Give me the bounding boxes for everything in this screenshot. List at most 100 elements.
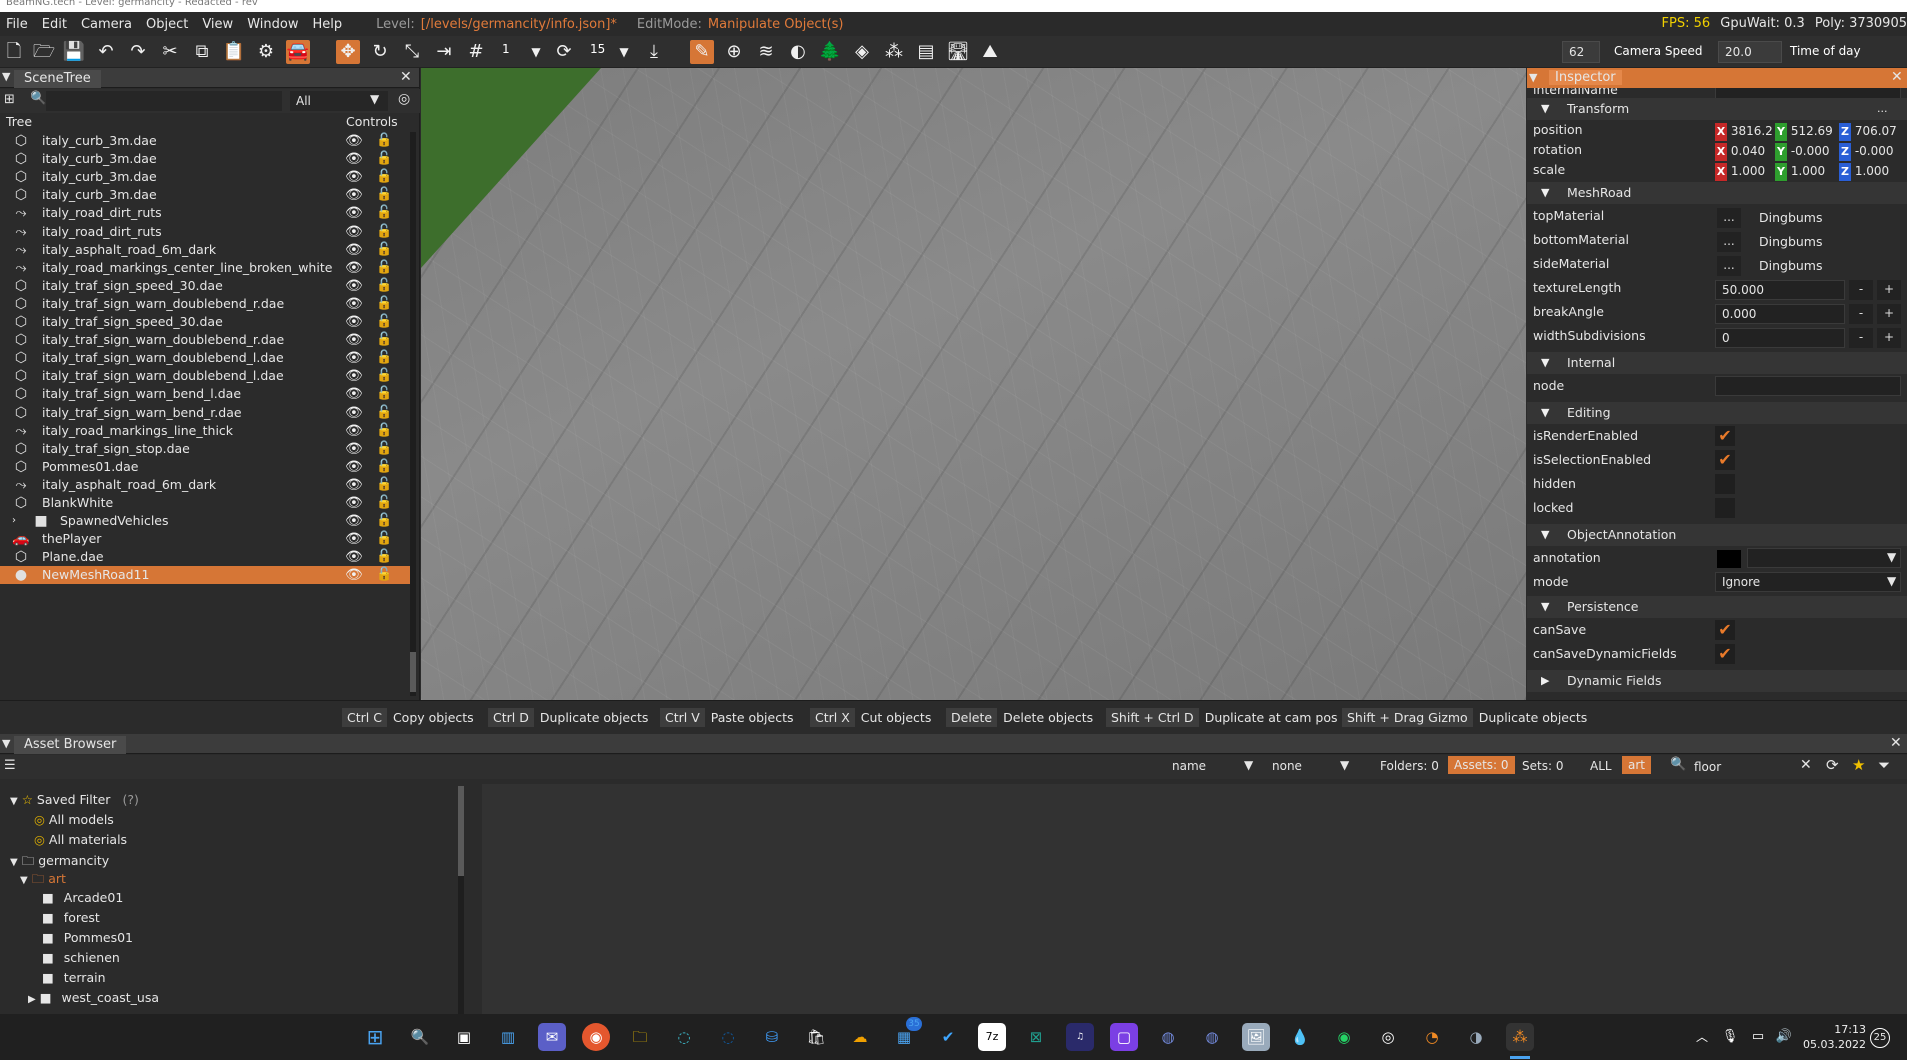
scene-tree-search-input[interactable] [46, 91, 282, 111]
eye-icon[interactable]: 👁 [345, 548, 363, 566]
excel-icon[interactable]: ⊠ [1022, 1023, 1050, 1051]
asset-content-area[interactable] [482, 784, 1907, 1014]
scale-y-field[interactable]: Y 1.000 [1775, 162, 1825, 181]
lock-icon[interactable]: 🔓 [376, 566, 392, 584]
position-z-field[interactable]: Z 706.07 [1839, 122, 1897, 141]
mode-select[interactable]: Ignore [1715, 572, 1901, 592]
position-x-field[interactable]: X 3816.2 [1715, 122, 1773, 141]
clock-time[interactable]: 17:13 [1796, 1023, 1866, 1036]
collapse-icon[interactable]: ▼ [2, 70, 10, 83]
folder-row[interactable]: ▶ ■ west_coast_usa [28, 990, 159, 1005]
widthsubdivisions-increment[interactable]: + [1877, 328, 1901, 348]
discord-ptb-icon[interactable]: ◍ [1198, 1023, 1226, 1051]
lock-icon[interactable]: 🔓 [376, 385, 392, 403]
tab-asset-browser[interactable]: Asset Browser [14, 736, 127, 754]
lock-icon[interactable]: 🔓 [376, 404, 392, 422]
folder-tree-scroll-thumb[interactable] [458, 786, 464, 876]
eye-icon[interactable]: 👁 [345, 223, 363, 241]
folder-row[interactable]: ■ schienen [42, 950, 120, 965]
rotation-z-field[interactable]: Z -0.000 [1839, 142, 1894, 161]
section-internal[interactable]: ▼ Internal [1527, 352, 1907, 374]
section-editing[interactable]: ▼ Editing [1527, 402, 1907, 424]
eye-icon[interactable]: 👁 [345, 458, 363, 476]
breakangle-input[interactable]: 0.000 [1715, 304, 1845, 324]
steam-icon[interactable]: ◑ [1462, 1023, 1490, 1051]
folder-tree-scrollbar[interactable] [458, 786, 464, 1014]
texturelength-increment[interactable]: + [1877, 280, 1901, 300]
chevron-right-icon[interactable]: › [12, 512, 16, 530]
lock-icon[interactable]: 🔓 [376, 313, 392, 331]
chevron-down-icon[interactable]: ▼ [1887, 574, 1896, 588]
chevron-up-icon[interactable]: ︿ [1688, 1023, 1716, 1051]
eye-icon[interactable]: 👁 [345, 132, 363, 150]
lock-icon[interactable]: 🔓 [376, 168, 392, 186]
lock-icon[interactable]: 🔓 [376, 367, 392, 385]
add-group-icon[interactable]: ⊞ [4, 92, 15, 107]
breakangle-decrement[interactable]: - [1849, 304, 1873, 324]
tree-row[interactable]: ⬡ italy_traf_sign_warn_bend_r.dae 👁 🔓 [0, 404, 412, 422]
menu-view[interactable]: View [196, 17, 241, 32]
eye-icon[interactable]: 👁 [345, 385, 363, 403]
section-meshroad[interactable]: ▼ MeshRoad [1527, 182, 1907, 204]
store-icon[interactable]: 🛍 [802, 1023, 830, 1051]
lock-icon[interactable]: 🔓 [376, 440, 392, 458]
art-folder-row[interactable]: ▼ 🗀 art [20, 870, 66, 891]
lock-icon[interactable]: 🔓 [376, 277, 392, 295]
redo-icon[interactable]: ↷ [126, 40, 150, 64]
tree-row[interactable]: ⤳ italy_road_dirt_ruts 👁 🔓 [0, 223, 412, 241]
all-models-row[interactable]: ◎ All models [34, 812, 114, 827]
particle-tool-icon[interactable]: ⁂ [882, 40, 906, 64]
section-dynamicfields[interactable]: ▶ Dynamic Fields [1527, 670, 1907, 692]
menu-window[interactable]: Window [241, 17, 306, 32]
widthsubdivisions-decrement[interactable]: - [1849, 328, 1873, 348]
tree-row[interactable]: ⬡ italy_traf_sign_warn_doublebend_r.dae 👁 🔓 [0, 331, 412, 349]
cansavedynamicfields-checkbox[interactable]: ✔ [1715, 644, 1735, 664]
menu-camera[interactable]: Camera [75, 17, 140, 32]
folder-row[interactable]: ■ forest [42, 910, 100, 925]
tab-inspector[interactable]: Inspector [1549, 70, 1622, 85]
discord-icon[interactable]: ◍ [1154, 1023, 1182, 1051]
tree-row[interactable]: ⬡ italy_curb_3m.dae 👁 🔓 [0, 150, 412, 168]
undo-icon[interactable]: ↶ [94, 40, 118, 64]
tree-row[interactable]: ⤳ italy_asphalt_road_6m_dark 👁 🔓 [0, 241, 412, 259]
chat-icon[interactable]: ✉ [538, 1023, 566, 1051]
tree-row[interactable]: ⬡ Pommes01.dae 👁 🔓 [0, 458, 412, 476]
eye-icon[interactable]: 👁 [345, 349, 363, 367]
menu-object[interactable]: Object [140, 17, 196, 32]
scene-tree-scroll-thumb[interactable] [410, 652, 416, 692]
star-icon[interactable]: ★ [1852, 756, 1865, 774]
new-file-icon[interactable]: 🗋 [2, 40, 26, 64]
scale-x-field[interactable]: X 1.000 [1715, 162, 1765, 181]
terrain-paint-icon[interactable]: ◐ [786, 40, 810, 64]
folder-row[interactable]: ■ Pommes01 [42, 930, 133, 945]
chevron-down-icon[interactable]: ▼ [1340, 758, 1349, 772]
whatsapp-icon[interactable]: ◉ [1330, 1023, 1358, 1051]
rotate-snap-value[interactable]: 15 [590, 42, 605, 56]
sets-count[interactable]: Sets: 0 [1522, 759, 1563, 773]
sidematerial-browse-button[interactable]: ... [1717, 256, 1741, 276]
blender-icon[interactable]: ◔ [1418, 1023, 1446, 1051]
more-button[interactable]: ... [1877, 98, 1888, 120]
filter-icon[interactable]: ⏷ [1878, 756, 1890, 774]
beamng-icon[interactable]: ⁂ [1506, 1023, 1534, 1051]
scale-z-field[interactable]: Z 1.000 [1839, 162, 1889, 181]
eye-icon[interactable]: 👁 [345, 530, 363, 548]
twitch-icon[interactable]: ▢ [1110, 1023, 1138, 1051]
camera-speed-field[interactable]: 62 [1562, 41, 1600, 63]
amazon-music-icon[interactable]: ♫ [1066, 1023, 1094, 1051]
clear-search-icon[interactable]: ✕ [1800, 757, 1812, 773]
obs-icon[interactable]: ◎ [1374, 1023, 1402, 1051]
breakangle-increment[interactable]: + [1877, 304, 1901, 324]
eye-icon[interactable]: 👁 [345, 440, 363, 458]
tree-row[interactable]: ⬡ italy_curb_3m.dae 👁 🔓 [0, 168, 412, 186]
section-persistence[interactable]: ▼ Persistence [1527, 596, 1907, 618]
clock-date[interactable]: 05.03.2022 [1796, 1038, 1866, 1051]
eye-icon[interactable]: 👁 [345, 404, 363, 422]
edge-icon[interactable]: ◌ [670, 1023, 698, 1051]
paste-icon[interactable]: 📋 [222, 40, 246, 64]
texturelength-decrement[interactable]: - [1849, 280, 1873, 300]
tree-row[interactable]: 🚗 thePlayer 👁 🔓 [0, 530, 412, 548]
node-input[interactable] [1715, 376, 1901, 396]
snap-value[interactable]: 1 [502, 42, 510, 56]
topmaterial-browse-button[interactable]: ... [1717, 208, 1741, 228]
